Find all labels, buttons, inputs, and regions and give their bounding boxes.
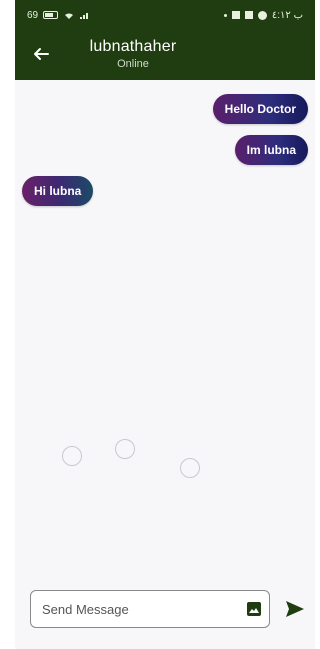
send-button[interactable] (284, 598, 306, 620)
contact-status: Online (117, 58, 149, 70)
send-icon (286, 601, 304, 617)
status-left: 69 (27, 10, 90, 21)
contact-info: lubnathaher Online (73, 38, 193, 70)
loading-dot (115, 439, 135, 459)
notification-dot-icon (223, 13, 227, 17)
signal-icon (80, 13, 89, 19)
battery-icon (43, 11, 59, 19)
contact-name: lubnathaher (89, 38, 177, 55)
wifi-icon (65, 12, 74, 19)
loading-dot (62, 446, 82, 466)
back-arrow-icon (34, 48, 49, 60)
back-button[interactable] (29, 42, 53, 66)
clock-text: ب ٤:١٢ (271, 9, 303, 21)
status-left-text: 69 (27, 9, 39, 21)
message-input[interactable] (40, 600, 247, 618)
status-right: ب ٤:١٢ (223, 9, 303, 21)
composer (30, 589, 315, 629)
message-bubble-sent: Hello Doctor (212, 94, 308, 124)
status-bar: 69 ب ٤:١٢ (15, 0, 315, 30)
loading-dot (180, 458, 200, 478)
gallery-icon (244, 11, 253, 19)
image-icon[interactable] (247, 602, 261, 616)
message-input-box (30, 590, 270, 628)
media-icon (231, 11, 240, 19)
app-notification-icon (257, 10, 267, 20)
chat-header: lubnathaher Online (15, 30, 315, 80)
message-bubble-received: Hi lubna (22, 176, 94, 206)
chat-screen: 69 ب ٤:١٢ lubnathaher Online Hello Docto… (15, 0, 315, 649)
message-bubble-sent: Im lubna (234, 135, 308, 165)
